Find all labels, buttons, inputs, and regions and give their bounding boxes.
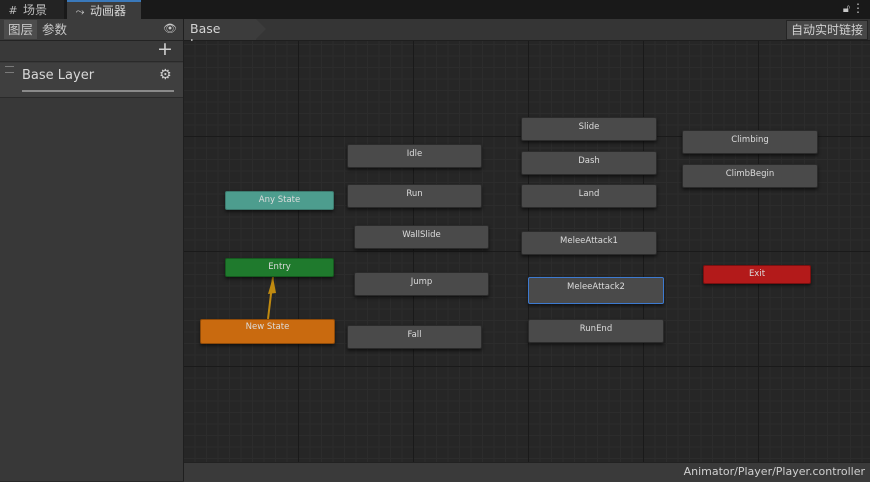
state-machine-graph[interactable]: Any State Entry New State Idle Run WallS…	[184, 41, 870, 462]
tab-scene-label: 场景	[23, 3, 48, 17]
tab-animator[interactable]: ⤳ 动画器	[67, 0, 141, 19]
auto-live-link-button[interactable]: 自动实时链接	[785, 20, 868, 40]
state-runend[interactable]: RunEnd	[528, 319, 664, 343]
lock-icon[interactable]: 🔓︎	[843, 2, 850, 16]
state-melee-attack-2[interactable]: MeleeAttack2	[528, 277, 664, 304]
layers-panel: 图层 参数 👁︎ + Base Layer ⚙	[0, 19, 184, 481]
parameters-tab[interactable]: 参数	[38, 20, 71, 39]
state-run[interactable]: Run	[347, 184, 482, 208]
status-bar: Animator/Player/Player.controller	[184, 462, 870, 482]
gear-icon[interactable]: ⚙	[159, 67, 172, 83]
state-climbing[interactable]: Climbing	[682, 130, 818, 154]
state-wallslide[interactable]: WallSlide	[354, 225, 489, 249]
state-exit[interactable]: Exit	[703, 265, 811, 284]
eye-icon[interactable]: 👁︎	[163, 22, 177, 35]
state-new-state[interactable]: New State	[200, 319, 335, 344]
layers-tab[interactable]: 图层	[4, 20, 38, 39]
tab-scene[interactable]: # 场景	[0, 0, 64, 19]
state-melee-attack-1[interactable]: MeleeAttack1	[521, 231, 657, 255]
layer-name: Base Layer	[22, 68, 95, 83]
state-slide[interactable]: Slide	[521, 117, 657, 141]
state-climbbegin[interactable]: ClimbBegin	[682, 164, 818, 188]
controller-path: Animator/Player/Player.controller	[683, 465, 865, 478]
graph-header: Base Layer 自动实时链接	[184, 19, 870, 51]
grid-icon: #	[8, 4, 18, 17]
add-layer-row: +	[0, 38, 183, 62]
state-fall[interactable]: Fall	[347, 325, 482, 349]
layer-item-base-layer[interactable]: Base Layer ⚙	[0, 63, 183, 98]
add-layer-button[interactable]: +	[157, 38, 173, 60]
state-jump[interactable]: Jump	[354, 272, 489, 296]
state-dash[interactable]: Dash	[521, 151, 657, 175]
breadcrumb[interactable]: Base Layer	[184, 19, 266, 51]
tab-animator-label: 动画器	[90, 4, 127, 18]
window-tab-bar: # 场景 ⤳ 动画器 🔓︎ ⋮	[0, 0, 870, 19]
state-land[interactable]: Land	[521, 184, 657, 208]
layers-toolbar: 图层 参数 👁︎	[0, 19, 183, 41]
more-options-icon[interactable]: ⋮	[852, 1, 864, 15]
layer-weight-bar	[22, 90, 174, 92]
state-idle[interactable]: Idle	[347, 144, 482, 168]
state-any-state[interactable]: Any State	[225, 191, 334, 210]
drag-handle-icon[interactable]	[5, 66, 14, 73]
state-entry[interactable]: Entry	[225, 258, 334, 277]
